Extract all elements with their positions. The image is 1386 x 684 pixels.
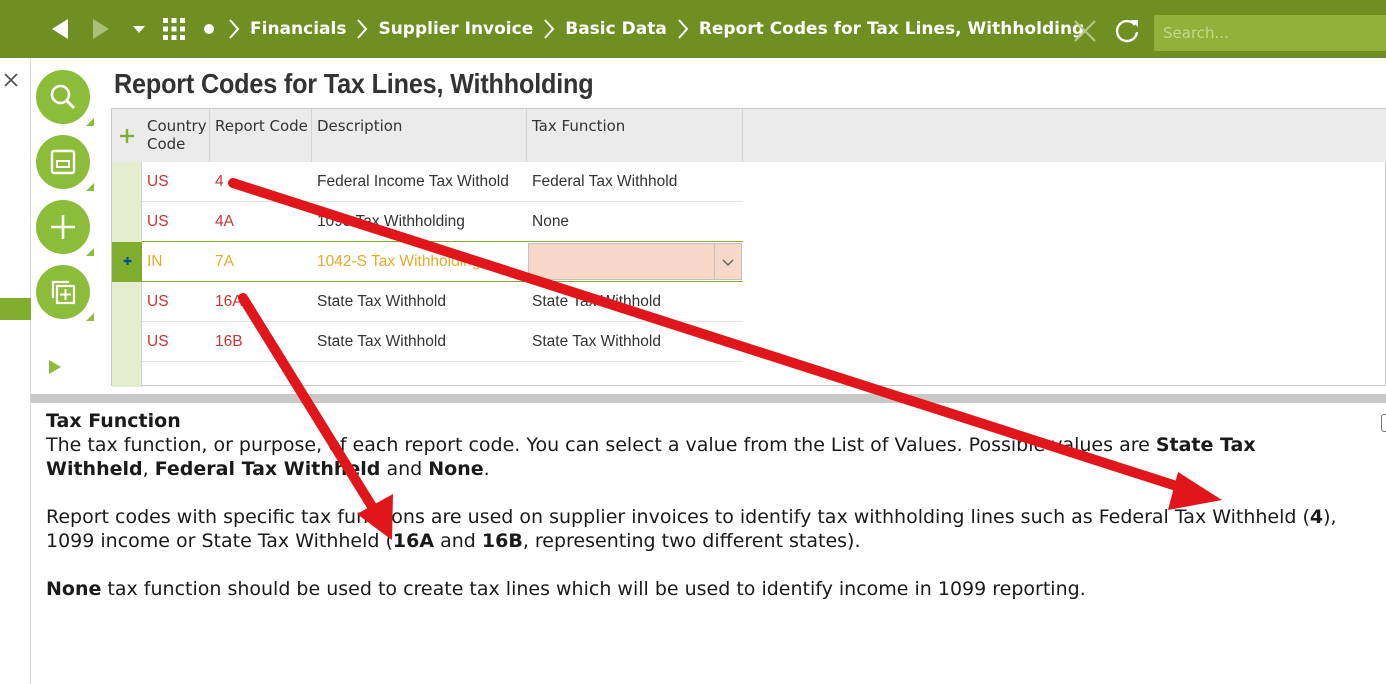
navigator-panel (0, 58, 31, 684)
field-help-panel: Tax Function The tax function, or purpos… (46, 409, 1356, 601)
duplicate-icon (51, 280, 76, 305)
cell-description[interactable]: State Tax Withhold (312, 282, 527, 322)
chevron-right-icon (677, 18, 689, 40)
breadcrumb-basic-data[interactable]: Basic Data (565, 19, 667, 39)
cell-report-code[interactable]: 4A (210, 202, 312, 242)
column-header-label: Tax Function (532, 117, 626, 135)
help-title: Tax Function (46, 410, 181, 432)
help-paragraph: None tax function should be used to crea… (46, 578, 1086, 600)
breadcrumb-current-page[interactable]: Report Codes for Tax Lines, Withholding (699, 19, 1084, 39)
back-arrow-icon[interactable] (44, 0, 76, 58)
home-dot-icon[interactable] (199, 0, 219, 58)
cell-description[interactable]: 1099 Tax Withholding (312, 202, 527, 242)
cell-tax-function[interactable]: None (527, 202, 743, 242)
refresh-icon[interactable] (1113, 17, 1141, 45)
duplicate-button[interactable] (36, 265, 90, 319)
column-header-tax-function[interactable]: Tax Function (527, 109, 743, 162)
search-button[interactable] (36, 70, 90, 124)
expand-commands-icon[interactable] (49, 360, 61, 374)
close-icon[interactable] (1072, 18, 1098, 44)
table-row[interactable]: US 16A State Tax Withhold State Tax With… (142, 282, 743, 322)
new-record-button[interactable] (36, 200, 90, 254)
column-header-label: Report Code (215, 117, 308, 135)
cell-tax-function[interactable]: Federal Tax Withhold (527, 162, 743, 202)
cell-country-code[interactable]: IN (142, 242, 210, 282)
chevron-right-icon (356, 18, 368, 40)
cell-tax-function[interactable]: State Tax Withhold (527, 282, 743, 322)
column-header-country-code[interactable]: Country Code (142, 109, 210, 162)
cell-country-code[interactable]: US (142, 282, 210, 322)
cell-report-code[interactable]: 16A (210, 282, 312, 322)
save-icon (50, 149, 76, 175)
cell-report-code[interactable]: 16B (210, 322, 312, 362)
selected-row-marker[interactable]: ✚ (112, 242, 142, 282)
help-paragraph: The tax function, or purpose, of each re… (46, 434, 1256, 480)
breadcrumb-supplier-invoice[interactable]: Supplier Invoice (378, 19, 533, 39)
cell-country-code[interactable]: US (142, 162, 210, 202)
report-codes-table: Country Code Report Code Description Tax… (111, 108, 1386, 387)
search-input[interactable] (1154, 15, 1386, 51)
table-row[interactable]: US 4A 1099 Tax Withholding None (142, 202, 743, 242)
column-header-label: Code (147, 135, 186, 153)
command-bar (31, 58, 111, 398)
table-row[interactable]: US 4 Federal Income Tax Withold Federal … (142, 162, 743, 202)
edit-indicator-icon: ✚ (123, 255, 133, 268)
search-icon (50, 84, 76, 110)
cell-report-code[interactable]: 4 (210, 162, 312, 202)
top-navigation-bar: Financials Supplier Invoice Basic Data R… (0, 0, 1386, 58)
cell-description[interactable]: 1042-S Tax Withholding (312, 242, 527, 282)
table-row-selected[interactable]: IN 7A 1042-S Tax Withholding (142, 241, 743, 282)
plus-icon (51, 215, 75, 239)
column-header-label: Description (317, 117, 403, 135)
cell-country-code[interactable]: US (142, 322, 210, 362)
add-row-button[interactable] (112, 109, 142, 162)
column-header-label: Country (147, 117, 207, 135)
column-header-description[interactable]: Description (312, 109, 527, 162)
table-row[interactable]: US 16B State Tax Withhold State Tax With… (142, 322, 743, 362)
panel-splitter[interactable] (31, 394, 1386, 403)
breadcrumb: Financials Supplier Invoice Basic Data R… (228, 0, 1084, 58)
tax-function-select[interactable] (528, 243, 742, 280)
cell-report-code[interactable]: 7A (210, 242, 312, 282)
cell-country-code[interactable]: US (142, 202, 210, 242)
cell-description[interactable]: Federal Income Tax Withold (312, 162, 527, 202)
plus-icon (120, 128, 134, 143)
breadcrumb-financials[interactable]: Financials (250, 19, 346, 39)
help-paragraph: Report codes with specific tax functions… (46, 506, 1337, 552)
close-navigator-icon[interactable] (3, 71, 19, 93)
navigator-selected-item[interactable] (0, 298, 31, 320)
forward-arrow-icon[interactable] (86, 0, 116, 58)
cell-description[interactable]: State Tax Withhold (312, 322, 527, 362)
select-divider (714, 244, 715, 279)
chevron-right-icon (228, 18, 240, 40)
save-options-corner[interactable] (86, 183, 94, 191)
help-scroll-icon[interactable] (1381, 414, 1386, 432)
table-header: Country Code Report Code Description Tax… (112, 109, 1386, 162)
cell-tax-function[interactable]: State Tax Withhold (527, 322, 743, 362)
duplicate-options-corner[interactable] (86, 313, 94, 321)
new-options-corner[interactable] (86, 248, 94, 256)
history-dropdown-icon[interactable] (128, 0, 150, 58)
apps-grid-icon[interactable] (160, 0, 188, 58)
save-button[interactable] (36, 135, 90, 189)
page-title: Report Codes for Tax Lines, Withholding (114, 68, 594, 99)
chevron-down-icon[interactable] (720, 255, 736, 271)
search-options-corner[interactable] (86, 118, 94, 126)
chevron-right-icon (543, 18, 555, 40)
column-header-report-code[interactable]: Report Code (210, 109, 312, 162)
